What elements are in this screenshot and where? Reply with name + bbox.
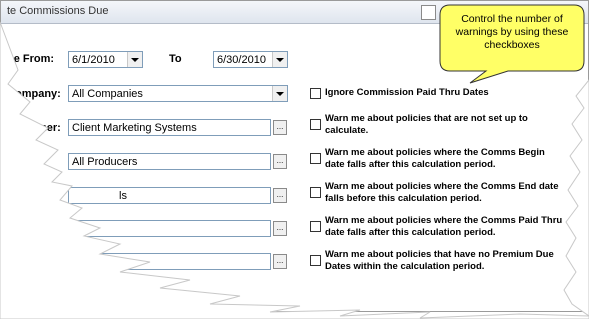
callout-text: Control the number of warnings by using … [455,13,569,51]
torn-right-edge [563,79,589,317]
tip-callout: Control the number of warnings by using … [438,3,586,85]
